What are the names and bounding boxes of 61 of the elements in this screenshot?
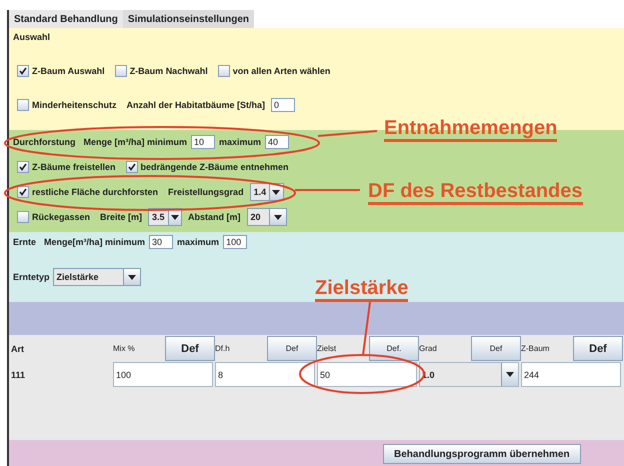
checkbox-label: Z-Baum Auswahl: [32, 66, 105, 76]
default-button[interactable]: Def: [471, 336, 521, 361]
default-button[interactable]: Def: [267, 336, 317, 361]
leader-line: [362, 302, 371, 356]
field-label: Erntetyp: [13, 272, 50, 282]
checkbox[interactable]: [17, 65, 29, 77]
field-label: Menge[m³/ha] minimum: [44, 237, 146, 248]
remaining-stand-callout: DF des Restbestandes: [368, 180, 583, 205]
spacing-dropdown[interactable]: 20: [246, 208, 287, 226]
removal-amount-callout: Entnahmemengen: [384, 117, 558, 142]
tab[interactable]: Standard Behandlung: [9, 10, 123, 28]
checkbox[interactable]: [17, 211, 29, 223]
section-title: Auswahl: [13, 32, 50, 42]
checkbox[interactable]: [114, 65, 127, 77]
checkbox-label: bedrängende Z-Bäume entnehmen: [140, 162, 289, 172]
field-label: Freistellungsgrad: [168, 187, 244, 197]
default-button[interactable]: Def: [165, 336, 215, 361]
checkbox[interactable]: [126, 161, 138, 173]
field-label: Abstand [m]: [188, 212, 241, 222]
table-input-field[interactable]: 50: [317, 362, 417, 387]
checkbox[interactable]: [17, 161, 29, 173]
harvest-type-dropdown[interactable]: Zielstärke: [52, 268, 141, 286]
column-header: Zielst: [317, 344, 338, 353]
checkbox-label: Rückegassen: [32, 212, 90, 222]
column-header: Mix %: [113, 344, 136, 353]
field-label: Menge [m³/ha] minimum: [84, 137, 188, 147]
table-input-field[interactable]: 8: [215, 362, 315, 387]
minimum-field[interactable]: 10: [191, 135, 216, 149]
checkbox-label: restliche Fläche durchforsten: [32, 187, 158, 197]
checkbox[interactable]: [17, 99, 29, 111]
target-diameter-callout: Zielstärke: [315, 277, 408, 302]
checkbox[interactable]: [17, 186, 29, 198]
checkbox-label: Minderheitenschutz: [32, 100, 117, 110]
table-cell-text: 111: [10, 368, 26, 382]
field-label: maximum: [177, 237, 220, 248]
leader-line: [318, 130, 378, 137]
grade-dropdown[interactable]: 1.4: [250, 183, 284, 201]
table-input-field[interactable]: 244: [521, 362, 621, 387]
section-title: Durchforstung: [13, 137, 76, 147]
field-label: maximum: [219, 137, 262, 147]
checkbox-label: Z-Bäume freistellen: [32, 162, 116, 172]
checkbox-label: Z-Baum Nachwahl: [130, 66, 208, 76]
column-header: Z-Baum: [521, 344, 550, 353]
maximum-field[interactable]: 40: [265, 135, 290, 149]
checkbox[interactable]: [218, 65, 230, 77]
column-header: Grad: [419, 344, 438, 353]
maximum-field[interactable]: 100: [223, 235, 248, 250]
checkbox-label: von allen Arten wählen: [232, 66, 330, 76]
default-button[interactable]: Def.: [369, 336, 419, 361]
section-title: Ernte: [13, 237, 36, 248]
minimum-field[interactable]: 30: [149, 235, 174, 250]
table-input-field[interactable]: 100: [113, 362, 213, 387]
default-button[interactable]: Def: [573, 336, 623, 361]
habitat-count-field[interactable]: 0: [271, 98, 296, 112]
column-header: Art: [10, 344, 25, 354]
leader-line: [295, 189, 360, 191]
column-header: Df.h: [215, 344, 231, 353]
tab[interactable]: Simulationseinstellungen: [122, 10, 254, 28]
apply-button[interactable]: Behandlungsprogramm übernehmen: [383, 444, 581, 464]
field-label: Anzahl der Habitatbäume [St/ha]: [126, 100, 266, 110]
field-label: Breite [m]: [100, 212, 142, 222]
